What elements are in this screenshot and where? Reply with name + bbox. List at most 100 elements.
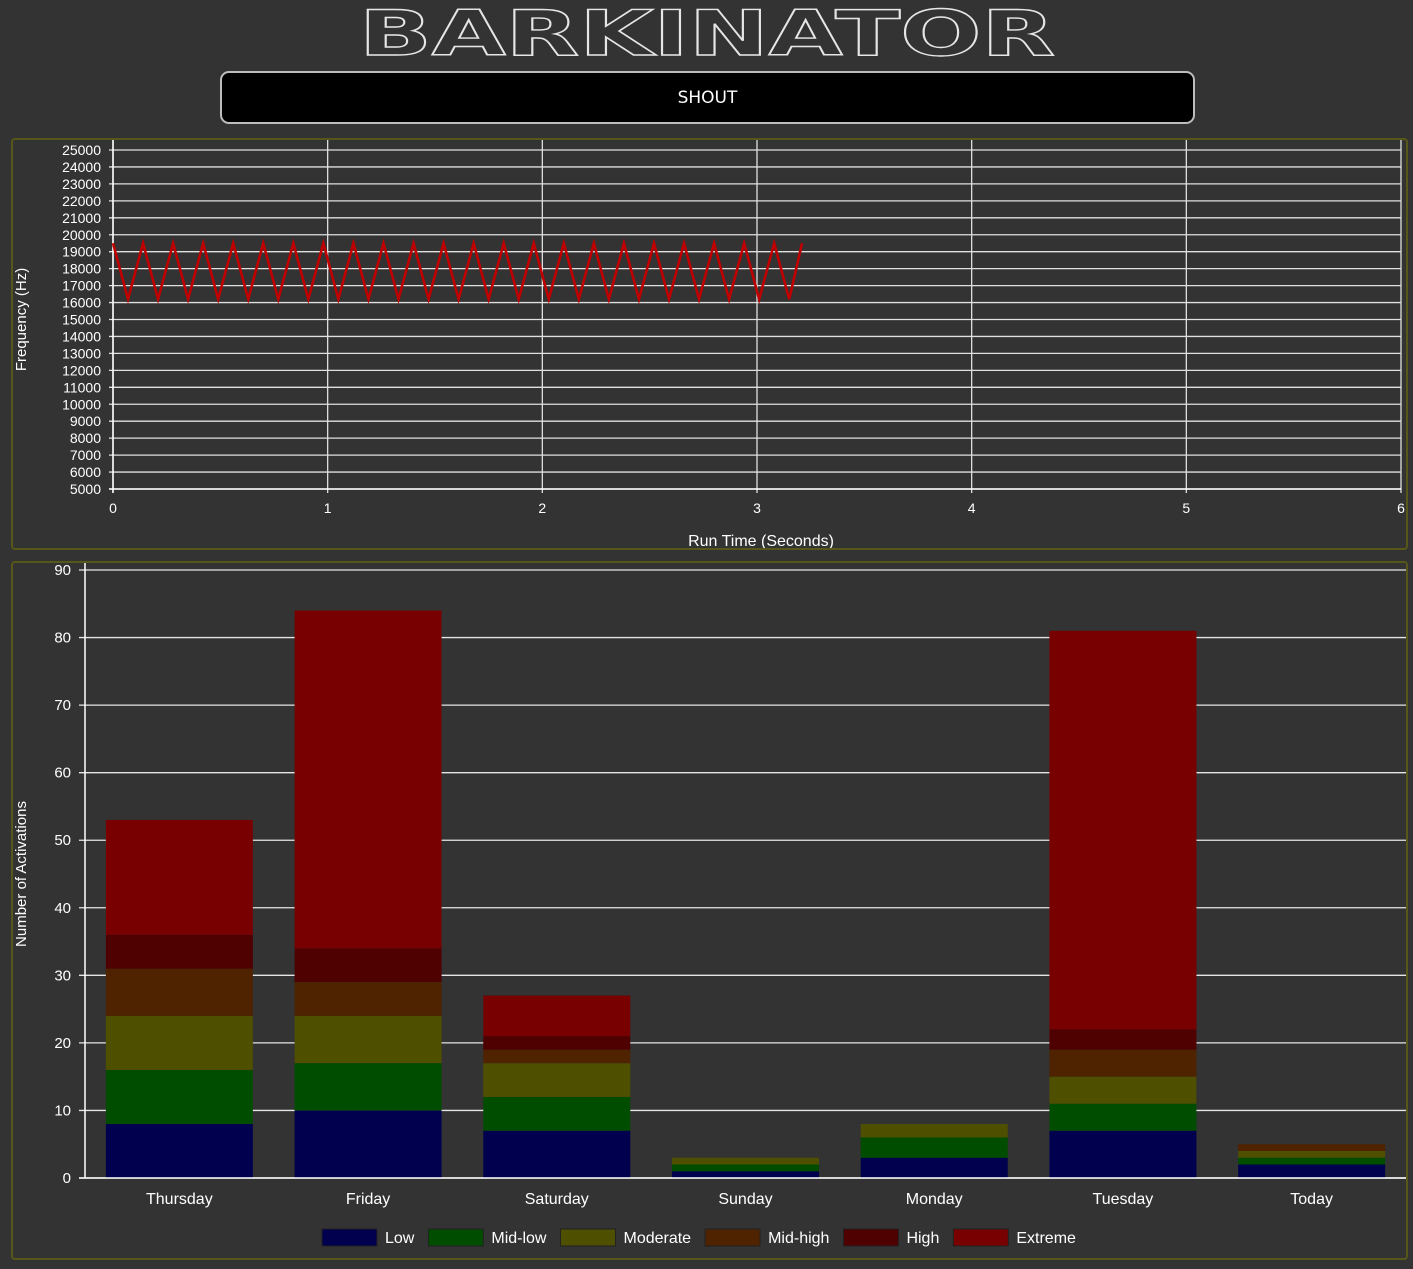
bar-segment-mid-low bbox=[860, 1137, 1008, 1158]
bar-segment-low bbox=[105, 1123, 253, 1178]
bar-segment-mid-low bbox=[672, 1164, 819, 1172]
bar-segment-moderate bbox=[105, 1015, 253, 1070]
bar-segment-low bbox=[672, 1171, 819, 1178]
bar-segment-low bbox=[1238, 1164, 1386, 1178]
freq-y-tick-label: 14000 bbox=[62, 328, 101, 344]
bar-segment-high bbox=[294, 948, 442, 983]
legend-swatch-extreme bbox=[952, 1228, 1009, 1247]
freq-x-tick-label: 6 bbox=[1397, 500, 1405, 516]
freq-y-tick-label: 9000 bbox=[70, 413, 101, 429]
act-y-axis-label: Number of Activations bbox=[13, 801, 30, 947]
shout-button[interactable]: SHOUT bbox=[220, 71, 1195, 124]
bar-segment-extreme bbox=[294, 610, 442, 949]
legend-swatch-mid-high bbox=[704, 1228, 761, 1247]
bar-segment-mid-low bbox=[1049, 1103, 1197, 1131]
act-x-tick-label: Sunday bbox=[718, 1191, 772, 1208]
chart-legend: Low Mid-low Moderate Mid-high High Extreme bbox=[321, 1228, 1076, 1247]
act-y-tick-label: 60 bbox=[54, 765, 71, 782]
freq-y-tick-label: 17000 bbox=[62, 278, 101, 294]
freq-y-tick-label: 5000 bbox=[70, 481, 101, 497]
freq-x-tick-label: 0 bbox=[109, 500, 117, 516]
legend-swatch-high bbox=[842, 1228, 899, 1247]
bar-segment-mid-high bbox=[483, 1049, 631, 1064]
act-y-tick-label: 70 bbox=[54, 697, 71, 714]
app-logo: BARKINATOR bbox=[356, 0, 1058, 71]
bar-segment-low bbox=[483, 1130, 631, 1178]
legend-swatch-mid-low bbox=[427, 1228, 484, 1247]
legend-swatch-low bbox=[321, 1228, 378, 1247]
legend-swatch-moderate bbox=[559, 1228, 616, 1247]
bar-segment-mid-high bbox=[1238, 1144, 1386, 1151]
freq-y-tick-label: 16000 bbox=[62, 295, 101, 311]
bar-segment-high bbox=[1049, 1029, 1197, 1050]
bar-segment-mid-low bbox=[1238, 1157, 1386, 1165]
act-y-tick-label: 50 bbox=[54, 832, 71, 849]
bar-segment-moderate bbox=[1238, 1150, 1386, 1158]
act-x-tick-label: Thursday bbox=[146, 1191, 213, 1208]
act-x-tick-label: Saturday bbox=[525, 1191, 589, 1208]
freq-y-tick-label: 6000 bbox=[70, 464, 101, 480]
bar-segment-mid-high bbox=[105, 968, 253, 1016]
activations-chart-panel: 0 10 20 30 40 50 60 70 80 90 Thursday Friday Saturda… bbox=[11, 561, 1408, 1260]
frequency-chart: 5000600070008000900010000110001200013000… bbox=[13, 140, 1405, 550]
legend-label-low: Low bbox=[385, 1230, 415, 1247]
bar-segment-mid-low bbox=[294, 1063, 442, 1111]
bar-segment-high bbox=[483, 1036, 631, 1050]
bar-segment-extreme bbox=[1049, 630, 1197, 1030]
freq-y-tick-label: 25000 bbox=[62, 142, 101, 158]
freq-y-tick-label: 7000 bbox=[70, 447, 101, 463]
freq-y-tick-label: 10000 bbox=[62, 396, 101, 412]
act-y-tick-label: 0 bbox=[63, 1170, 71, 1187]
freq-y-tick-label: 22000 bbox=[62, 193, 101, 209]
freq-y-tick-label: 18000 bbox=[62, 261, 101, 277]
act-x-tick-label: Tuesday bbox=[1093, 1191, 1154, 1208]
bar-segment-moderate bbox=[860, 1123, 1008, 1138]
act-y-tick-label: 10 bbox=[54, 1102, 71, 1119]
act-x-tick-label: Today bbox=[1290, 1191, 1333, 1208]
freq-x-tick-label: 1 bbox=[324, 500, 332, 516]
freq-y-tick-label: 24000 bbox=[62, 159, 101, 175]
freq-x-axis-label: Run Time (Seconds) bbox=[688, 533, 834, 548]
freq-x-tick-label: 3 bbox=[753, 500, 761, 516]
freq-y-tick-label: 23000 bbox=[62, 176, 101, 192]
bar-segment-moderate bbox=[483, 1063, 631, 1097]
bar-segment-mid-low bbox=[483, 1096, 631, 1131]
freq-x-tick-label: 4 bbox=[968, 500, 976, 516]
legend-label-high: High bbox=[906, 1230, 939, 1247]
bar-segment-high bbox=[105, 934, 253, 969]
legend-label-mid-low: Mid-low bbox=[491, 1230, 547, 1247]
bar-segment-mid-low bbox=[105, 1069, 253, 1124]
freq-y-tick-label: 12000 bbox=[62, 362, 101, 378]
freq-y-tick-label: 19000 bbox=[62, 244, 101, 260]
app-title: BARKINATOR bbox=[359, 4, 1055, 60]
bar-segment-moderate bbox=[672, 1157, 819, 1165]
act-x-tick-label: Monday bbox=[906, 1191, 963, 1208]
bar-segment-mid-high bbox=[1049, 1049, 1197, 1077]
act-x-tick-label: Friday bbox=[346, 1191, 390, 1208]
bar-segment-extreme bbox=[483, 995, 631, 1037]
bar-segment-moderate bbox=[1049, 1076, 1197, 1104]
bar-segment-extreme bbox=[105, 819, 253, 935]
bar-segment-mid-high bbox=[294, 982, 442, 1016]
legend-label-mid-high: Mid-high bbox=[768, 1230, 829, 1247]
act-y-tick-label: 80 bbox=[54, 630, 71, 647]
act-y-tick-label: 90 bbox=[54, 563, 71, 579]
legend-label-moderate: Moderate bbox=[623, 1230, 691, 1247]
bar-segment-low bbox=[1049, 1130, 1197, 1178]
bar-segment-moderate bbox=[294, 1015, 442, 1064]
legend-label-extreme: Extreme bbox=[1016, 1230, 1076, 1247]
freq-y-axis-label: Frequency (Hz) bbox=[13, 268, 30, 371]
freq-y-tick-label: 13000 bbox=[62, 345, 101, 361]
freq-x-tick-label: 2 bbox=[538, 500, 546, 516]
freq-y-tick-label: 21000 bbox=[62, 210, 101, 226]
frequency-chart-panel: 5000 6000 7000 8000 9000 10000 11000 12000 13000… bbox=[11, 138, 1408, 550]
freq-y-tick-label: 11000 bbox=[63, 379, 101, 395]
bar-segment-low bbox=[294, 1110, 442, 1178]
freq-x-tick-label: 5 bbox=[1182, 500, 1190, 516]
bar-segment-low bbox=[860, 1157, 1008, 1178]
act-y-tick-label: 40 bbox=[54, 900, 71, 917]
act-y-tick-label: 20 bbox=[54, 1035, 71, 1052]
act-y-tick-label: 30 bbox=[54, 967, 71, 984]
activations-chart: 0 10 20 30 40 50 60 70 80 90 Thursday Friday Saturda… bbox=[13, 562, 1406, 1247]
freq-y-tick-label: 8000 bbox=[70, 430, 101, 446]
